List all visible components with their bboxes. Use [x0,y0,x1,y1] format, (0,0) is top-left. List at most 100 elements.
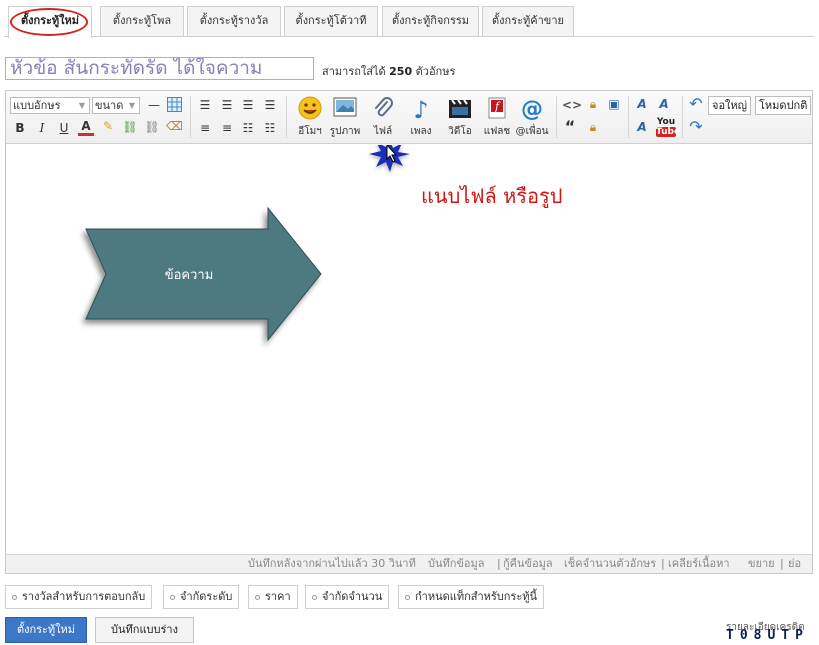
editor-toolbar: แบบอักษร ▼ ขนาด ▼ — ☰ ☰ ☰ ☰ B I U A ✎ ⛓ ⛓ … [6,91,812,144]
save-draft-button[interactable]: บันทึกแบบร่าง [95,617,194,643]
attach-file-label: ไฟล์ [373,126,393,137]
subject-input[interactable]: หัวข้อ สั้นกระทัดรัด ได้ใจความ [5,57,314,80]
chevron-down-icon: ▼ [128,101,135,110]
undo-icon[interactable]: ↶ [688,96,704,112]
font-style-a-icon[interactable]: A [634,97,650,111]
highlight-pen-icon[interactable]: ✎ [100,119,116,133]
tab-new-thread[interactable]: ตั้งกระทู้ใหม่ [8,6,92,38]
fullscreen-button[interactable]: จอใหญ่ [708,96,752,115]
tab-poll-thread[interactable]: ตั้งกระทู้โพล [100,6,184,36]
expand-link[interactable]: ขยาย [748,555,775,573]
at-icon: @ [521,97,543,122]
divider: | [780,557,784,570]
align-justify-icon[interactable]: ☰ [262,98,278,112]
clapperboard-icon [441,96,479,124]
unlink-icon[interactable]: ⛓ [144,120,160,134]
divider: | [661,557,665,570]
smiley-icon [291,96,329,124]
video-label: วิดีโอ [448,126,472,137]
music-note-icon: ♪ [413,96,429,124]
italic-button[interactable]: I [34,121,50,135]
font-select-value: แบบอักษร [13,99,61,112]
annotation-text: แนบไฟล์ หรือรูป [421,184,563,208]
tab-label: ตั้งกระทู้โต้วาที [295,14,367,27]
option-thread-tags[interactable]: กำหนดแท็กสำหรับกระทู้นี้ [398,585,545,609]
numbered-list-icon[interactable]: ☷ [240,121,256,135]
size-select-value: ขนาด [95,99,124,112]
content-drawing [85,145,410,342]
tab-activity-thread[interactable]: ตั้งกระทู้กิจกรรม [382,6,479,36]
hint-prefix: สามารถใส่ได้ [322,65,386,78]
flash-label: แฟลช [483,126,511,137]
indent-icon[interactable]: ≡ [197,121,213,135]
horizontal-rule-icon[interactable]: — [146,98,162,112]
editor-content-area[interactable] [6,145,812,554]
quote-icon[interactable]: “ [562,119,578,135]
subscript-icon[interactable]: A [634,120,650,134]
video-button[interactable]: วิดีโอ [441,96,479,139]
tab-debate-thread[interactable]: ตั้งกระทู้โต้วาที [284,6,378,36]
image-button[interactable]: รูปภาพ [326,96,364,139]
emoticon-button[interactable]: อีโมฯ [291,96,329,139]
font-size-select[interactable]: ขนาด ▼ [92,97,140,114]
option-label: ราคา [265,590,291,603]
save-link[interactable]: บันทึกข้อมูล [428,555,485,573]
table-icon[interactable] [166,97,182,115]
option-label: รางวัลสำหรับการตอบกลับ [22,590,146,603]
clear-content-link[interactable]: เคลียร์เนื้อหา [668,555,730,573]
subject-length-hint: สามารถใส่ได้ 250 ตัวอักษร [322,62,455,80]
toolbar-separator [556,96,557,138]
align-left-icon[interactable]: ☰ [197,98,213,112]
tab-trade-thread[interactable]: ตั้งกระทู้ค้าขาย [482,6,574,36]
check-length-link[interactable]: เช็คจำนวนตัวอักษร [564,555,656,573]
superscript-icon[interactable]: A [656,97,672,111]
option-price[interactable]: ราคา [248,585,298,609]
tab-bar: ตั้งกระทู้ใหม่ ตั้งกระทู้โพล ตั้งกระทู้ร… [4,6,814,38]
site-logo: T08UTP [726,628,809,643]
redo-icon[interactable]: ↷ [688,119,704,135]
image-label: รูปภาพ [329,126,361,137]
hint-count: 250 [389,65,413,78]
editor-statusbar: บันทึกหลังจากผ่านไปแล้ว 30 วินาที บันทึก… [6,554,812,573]
youtube-top-text: You [656,117,676,127]
font-color-button[interactable]: A [78,119,94,136]
bold-button[interactable]: B [12,121,28,135]
tab-label: ตั้งกระทู้รางวัล [199,14,269,27]
submit-thread-button[interactable]: ตั้งกระทู้ใหม่ [5,617,87,643]
shrink-link[interactable]: ย่อ [788,555,801,573]
word-icon[interactable]: ▣ [606,97,622,111]
toolbar-separator [190,96,191,138]
link-icon[interactable]: ⛓ [122,120,138,134]
option-quantity-limit[interactable]: จำกัดจำนวน [305,585,390,609]
code-icon[interactable]: <> [562,98,582,112]
radio-dot-icon [170,594,175,600]
flash-icon: f [478,96,516,124]
font-family-select[interactable]: แบบอักษร ▼ [10,97,90,114]
underline-button[interactable]: U [56,121,72,135]
editor-mode-button[interactable]: โหมดปกติ [755,96,812,115]
option-label: จำกัดระดับ [180,590,233,603]
radio-dot-icon [255,594,260,600]
tab-label: ตั้งกระทู้ค้าขาย [492,14,564,27]
toolbar-separator [286,96,287,138]
free-lock-icon[interactable]: 🔒︎ [585,97,601,111]
bulleted-list-icon[interactable]: ☷ [262,121,278,135]
option-level-limit[interactable]: จำกัดระดับ [163,585,240,609]
emoticon-label: อีโมฯ [298,126,322,137]
restore-link[interactable]: กู้คืนข้อมูล [503,555,553,573]
option-reply-reward[interactable]: รางวัลสำหรับการตอบกลับ [5,585,153,609]
align-right-icon[interactable]: ☰ [240,98,256,112]
music-button[interactable]: ♪ เพลง [402,96,440,139]
clear-format-broom-icon[interactable]: ⌫ [166,119,183,133]
chevron-down-icon: ▼ [78,101,85,110]
attach-file-button[interactable]: ไฟล์ [364,96,402,139]
music-label: เพลง [410,126,432,137]
hide-content-lock-icon[interactable]: 🔒︎ [585,120,601,134]
mention-friend-button[interactable]: @ @เพื่อน [513,96,551,139]
flash-button[interactable]: f แฟลช [478,96,516,139]
align-center-icon[interactable]: ☰ [219,98,235,112]
youtube-icon[interactable]: You Tube [656,117,681,137]
youtube-bottom-text: Tube [656,127,681,137]
outdent-icon[interactable]: ≡ [219,121,235,135]
tab-reward-thread[interactable]: ตั้งกระทู้รางวัล [187,6,281,36]
